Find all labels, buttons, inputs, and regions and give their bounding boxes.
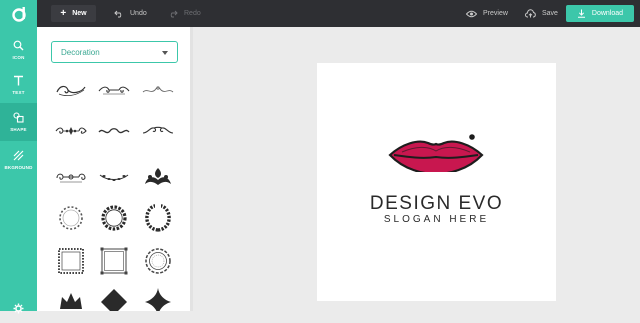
redo-button[interactable]: Redo [168,0,201,27]
sidebar-item-shape[interactable]: SHAPE [0,103,37,141]
new-button[interactable]: + New [51,5,96,22]
app-logo[interactable] [0,0,37,27]
plus-icon: + [60,7,67,19]
vine-divider-icon [99,174,129,181]
shape-item-curl-divider[interactable] [140,116,176,146]
design-canvas[interactable] [317,63,556,301]
preview-button[interactable]: Preview [466,0,508,27]
undo-label: Undo [130,10,147,17]
curl-divider-icon [142,126,174,134]
gear-icon [13,303,24,313]
flourish-divider-icon [56,173,86,183]
left-sidebar: ICON TEXT SHAPE BKGROUND [0,27,37,313]
slogan-text[interactable]: SLOGAN HERE [317,214,556,225]
panel-scrollbar[interactable] [190,27,193,311]
save-label: Save [542,10,558,17]
shape-item-leaf-wreath[interactable] [140,200,176,236]
logo-lips[interactable] [388,130,484,176]
shape-item-ornament-divider[interactable] [53,116,89,146]
wave-divider-icon [98,128,130,134]
leaf-wreath-icon [145,204,171,232]
download-button[interactable]: Download [566,5,634,22]
shape-item-filigree-divider[interactable] [140,75,176,105]
category-select-value: Decoration [61,47,100,57]
sidebar-item-icon[interactable]: ICON [0,31,37,69]
shape-item-vine-divider[interactable] [96,162,132,192]
lips-icon [388,134,484,176]
ornament-divider-icon [55,127,87,135]
shape-item-scroll-divider[interactable] [96,75,132,105]
beaded-frame-icon [58,248,84,274]
sidebar-item-label: BKGROUND [4,165,33,170]
shape-item-star-shape[interactable] [140,287,176,311]
diamond-shape-icon [101,289,127,311]
dotted-wreath-icon [59,206,83,230]
shape-item-swirl-divider[interactable] [53,75,89,105]
crown-shape-icon [60,293,82,309]
background-icon [13,150,24,161]
chevron-down-icon [162,51,168,55]
shape-icon [13,112,24,123]
swirl-divider-icon [56,85,86,96]
redo-label: Redo [184,10,201,17]
search-icon [13,40,24,51]
star-shape-icon [145,288,171,311]
shape-item-flourish-divider[interactable] [53,162,89,192]
text-icon [14,75,23,86]
shape-item-floral-ornament[interactable] [140,162,176,192]
shape-item-diamond-shape[interactable] [96,287,132,311]
category-select[interactable]: Decoration [51,41,178,63]
sidebar-item-text[interactable]: TEXT [0,66,37,104]
shape-item-crown-shape[interactable] [53,289,89,311]
top-toolbar: + New Undo Redo Preview Save Download [0,0,640,27]
floral-ornament-icon [145,168,171,185]
sidebar-item-label: TEXT [12,90,25,95]
new-label: New [72,10,87,17]
settings-button[interactable] [0,293,37,323]
filigree-divider-icon [142,86,174,93]
shape-item-laurel-wreath[interactable] [96,200,132,236]
brand-name-text[interactable]: DESIGN EVO [317,193,556,215]
eye-icon [466,10,477,17]
redo-icon [170,10,178,17]
shape-item-beaded-frame[interactable] [53,243,89,279]
download-icon [577,9,585,18]
shape-item-square-frame[interactable] [96,243,132,279]
ornate-frame-icon [145,248,171,274]
shape-item-ornate-frame[interactable] [140,243,176,279]
save-button[interactable]: Save [525,0,558,27]
sidebar-item-label: ICON [12,55,25,60]
undo-icon [114,10,122,17]
shape-item-wave-divider[interactable] [96,116,132,146]
download-label: Download [591,10,624,17]
logo-icon [11,6,26,22]
cloud-upload-icon [525,9,536,18]
preview-label: Preview [483,10,508,17]
laurel-wreath-icon [101,205,127,231]
scroll-divider-icon [98,86,130,95]
undo-button[interactable]: Undo [114,0,147,27]
square-frame-icon [100,247,128,275]
sidebar-item-background[interactable]: BKGROUND [0,141,37,179]
sidebar-item-label: SHAPE [10,127,27,132]
shape-item-dotted-wreath[interactable] [53,200,89,236]
